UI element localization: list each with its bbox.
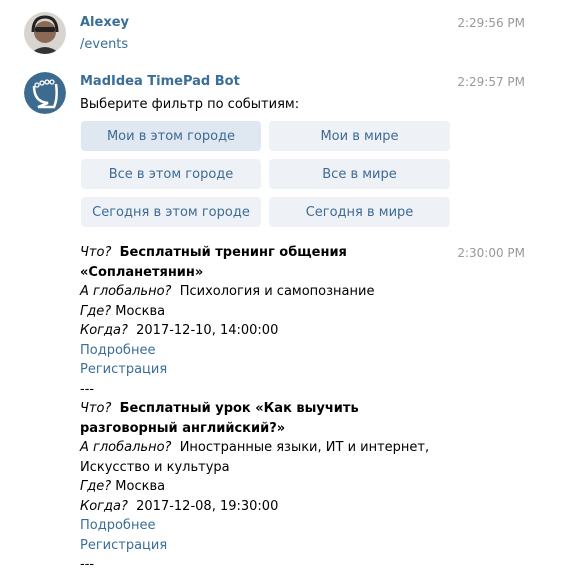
value: 2017-12-10, 14:00:00 [136,323,279,338]
value: Психология и самопознание [179,284,375,299]
separator: --- [80,557,95,572]
event-place: Где? Москва [80,477,165,497]
event-place: Где? Москва [80,302,165,322]
details-link[interactable]: Подробнее [80,516,155,536]
filter-button-today-world[interactable]: Сегодня в мире [269,197,450,227]
command-text[interactable]: /events [80,35,128,55]
value: Москва [115,303,166,319]
title: разговорный английский?» [80,420,286,436]
title: Бесплатный урок «Как выучить [119,401,359,416]
label: Когда? [80,323,128,338]
label: Что? [80,245,112,260]
bot-avatar[interactable] [24,72,66,114]
message-time: 2:29:57 PM [457,75,525,89]
filter-button-today-city[interactable]: Сегодня в этом городе [81,197,261,227]
message-time: 2:29:56 PM [457,16,525,30]
event-date: Когда? 2017-12-08, 19:30:00 [80,497,278,517]
message-text: Выберите фильтр по событиям: [80,97,300,112]
label: Что? [80,401,112,416]
sender-name[interactable]: MadIdea TimePad Bot [80,74,240,89]
value: Москва [115,479,166,494]
title: «Сопланетянин» [80,264,204,280]
details-link[interactable]: Подробнее [80,341,155,361]
filter-button-all-world[interactable]: Все в мире [269,159,450,189]
filter-button-my-city[interactable]: Мои в этом городе [81,121,261,151]
sender-name[interactable]: Alexey [80,15,129,30]
value: Иностранные языки, ИТ и интернет, [179,440,430,455]
filter-button-my-world[interactable]: Мои в мире [269,121,450,151]
label: Где? [80,303,112,319]
register-link[interactable]: Регистрация [80,536,167,556]
event-category: А глобально? Иностранные языки, ИТ и инт… [80,438,429,458]
separator: --- [80,381,95,397]
value: 2017-12-08, 19:30:00 [136,498,279,514]
label: А глобально? [80,440,172,455]
label: Где? [80,479,112,494]
message-time: 2:30:00 PM [457,246,525,260]
event-title-cont: «Сопланетянин» [80,263,203,283]
event-title: Что? Бесплатный тренинг общения [80,243,347,263]
event-category: А глобально? Психология и самопознание [80,282,374,302]
label: А глобально? [80,284,172,299]
event-category-cont: Искусство и культура [80,459,230,475]
event-title: Что? Бесплатный урок «Как выучить [80,399,359,419]
register-link[interactable]: Регистрация [80,360,167,380]
event-title-cont: разговорный английский?» [80,419,285,439]
label: Когда? [80,498,128,514]
event-date: Когда? 2017-12-10, 14:00:00 [80,321,278,341]
title: Бесплатный тренинг общения [119,245,347,260]
inline-keyboard: Мои в этом городе Мои в мире Все в этом … [81,121,450,227]
filter-button-all-city[interactable]: Все в этом городе [81,159,261,189]
avatar-alexey[interactable] [24,12,66,54]
